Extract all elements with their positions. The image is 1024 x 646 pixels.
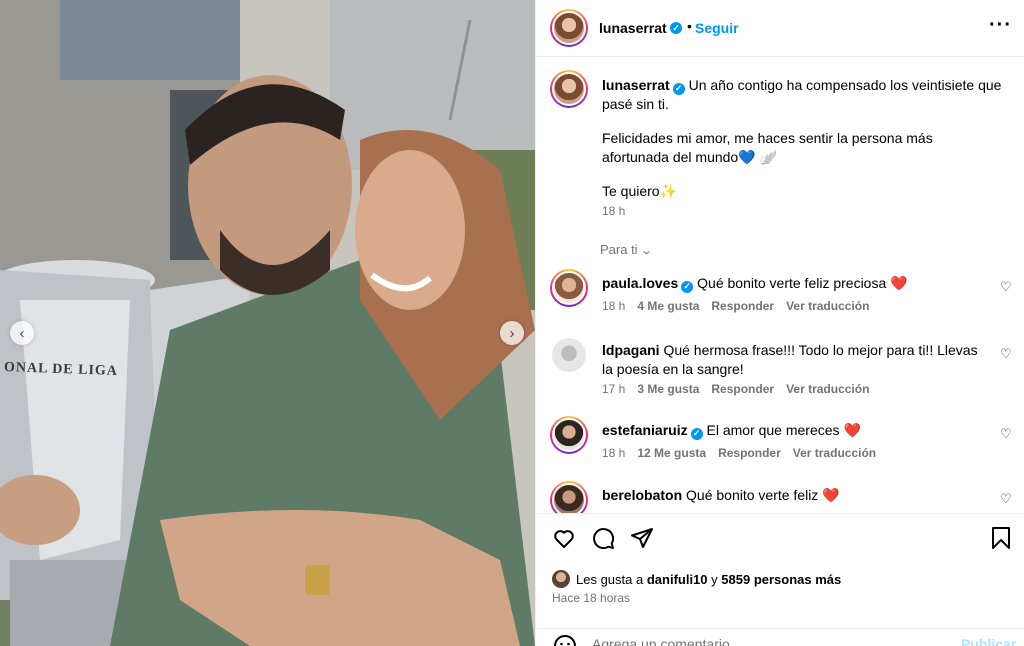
post-caption: lunaserrat ✓ Un año contigo ha compensado… bbox=[602, 76, 1002, 216]
red-heart-emoji: ❤️ bbox=[843, 422, 861, 438]
comment-likes-count[interactable]: 3 Me gusta bbox=[637, 382, 699, 396]
post-header: lunaserrat ✓ • Seguir ··· bbox=[536, 0, 1024, 57]
add-comment-bar: Agrega un comentario... Publicar bbox=[536, 628, 1024, 646]
commenter-username[interactable]: paula.loves bbox=[602, 275, 678, 291]
commenter-username[interactable]: berelobaton bbox=[602, 487, 682, 503]
post-side-panel: lunaserrat ✓ • Seguir ··· lunaserrat ✓ Un… bbox=[535, 0, 1024, 646]
verified-badge-icon: ✓ bbox=[690, 427, 703, 440]
liker-avatar bbox=[552, 570, 570, 588]
commenter-username[interactable]: estefaniaruiz bbox=[602, 422, 688, 438]
comment-input[interactable]: Agrega un comentario... bbox=[592, 636, 741, 646]
chevron-down-icon: ⌄ bbox=[639, 245, 653, 257]
likes-prefix: Les gusta a bbox=[576, 571, 644, 587]
comment-sort-dropdown[interactable]: Para ti ⌄ bbox=[600, 242, 653, 257]
commenter-avatar[interactable] bbox=[550, 481, 588, 513]
comment-timestamp[interactable]: 17 h bbox=[602, 382, 625, 396]
chevron-right-icon: › bbox=[509, 324, 515, 342]
see-translation-button[interactable]: Ver traducción bbox=[786, 299, 869, 313]
carousel-next-button[interactable]: › bbox=[500, 321, 524, 345]
heart-like-icon[interactable] bbox=[552, 526, 576, 550]
reply-button[interactable]: Responder bbox=[711, 299, 774, 313]
commenter-avatar[interactable] bbox=[552, 338, 586, 372]
likes-count[interactable]: 5859 personas más bbox=[721, 572, 841, 587]
caption-timestamp[interactable]: 18 h bbox=[602, 204, 625, 218]
comments-scroll-area[interactable]: lunaserrat ✓ Un año contigo ha compensado… bbox=[536, 58, 1024, 513]
red-heart-emoji: ❤️ bbox=[822, 487, 840, 503]
publish-button[interactable]: Publicar bbox=[961, 636, 1016, 646]
reply-button[interactable]: Responder bbox=[711, 382, 774, 396]
comment-text: El amor que mereces bbox=[706, 422, 840, 438]
commenter-avatar[interactable] bbox=[550, 416, 588, 454]
header-separator: • bbox=[687, 18, 692, 34]
like-comment-heart-icon[interactable]: ♡ bbox=[1000, 491, 1012, 507]
red-heart-emoji: ❤️ bbox=[890, 275, 908, 291]
like-comment-heart-icon[interactable]: ♡ bbox=[1000, 279, 1012, 295]
see-translation-button[interactable]: Ver traducción bbox=[793, 446, 876, 460]
verified-badge-icon: ✓ bbox=[670, 22, 682, 34]
comment-bubble-icon[interactable] bbox=[591, 526, 615, 550]
likes-summary[interactable]: Les gusta a danifuli10 y 5859 personas m… bbox=[552, 570, 841, 588]
author-username[interactable]: lunaserrat bbox=[599, 20, 667, 36]
caption-line-3: Te quiero✨ bbox=[602, 183, 678, 199]
commenter-avatar[interactable] bbox=[550, 269, 588, 307]
verified-badge-icon: ✓ bbox=[672, 82, 685, 95]
follow-button[interactable]: Seguir bbox=[695, 20, 739, 36]
post-actions: Les gusta a danifuli10 y 5859 personas m… bbox=[536, 513, 1024, 646]
comment-text: Qué bonito verte feliz preciosa bbox=[697, 275, 887, 291]
see-translation-button[interactable]: Ver traducción bbox=[786, 382, 869, 396]
reply-button[interactable]: Responder bbox=[718, 446, 781, 460]
liker-username[interactable]: danifuli10 bbox=[647, 572, 708, 587]
share-paper-plane-icon[interactable] bbox=[630, 526, 654, 550]
bookmark-save-icon[interactable] bbox=[990, 526, 1012, 550]
caption-username[interactable]: lunaserrat bbox=[602, 77, 670, 93]
like-comment-heart-icon[interactable]: ♡ bbox=[1000, 346, 1012, 362]
photo-illustration bbox=[0, 0, 535, 646]
comment-timestamp[interactable]: 18 h bbox=[602, 446, 625, 460]
sort-label: Para ti bbox=[600, 242, 638, 257]
comment-likes-count[interactable]: 4 Me gusta bbox=[637, 299, 699, 313]
likes-and: y bbox=[711, 571, 718, 587]
caption-line-2: Felicidades mi amor, me haces sentir la … bbox=[602, 130, 933, 165]
post-photo[interactable]: ONAL DE LIGA ‹ › bbox=[0, 0, 535, 646]
instagram-post-modal: ONAL DE LIGA ‹ › lunaserrat ✓ • Seguir ·… bbox=[0, 0, 1024, 646]
caption-avatar[interactable] bbox=[550, 70, 588, 108]
chevron-left-icon: ‹ bbox=[19, 324, 25, 342]
post-time-ago[interactable]: Hace 18 horas bbox=[552, 591, 630, 605]
like-comment-heart-icon[interactable]: ♡ bbox=[1000, 426, 1012, 442]
verified-badge-icon: ✓ bbox=[681, 280, 694, 293]
comment-text: Qué bonito verte feliz bbox=[686, 487, 819, 503]
carousel-prev-button[interactable]: ‹ bbox=[10, 321, 34, 345]
comment-timestamp[interactable]: 18 h bbox=[602, 299, 625, 313]
comment-likes-count[interactable]: 12 Me gusta bbox=[637, 446, 706, 460]
author-avatar[interactable] bbox=[550, 9, 588, 47]
commenter-username[interactable]: ldpagani bbox=[602, 342, 660, 358]
emoji-smiley-icon[interactable] bbox=[553, 634, 577, 646]
more-options-icon[interactable]: ··· bbox=[989, 14, 1012, 37]
